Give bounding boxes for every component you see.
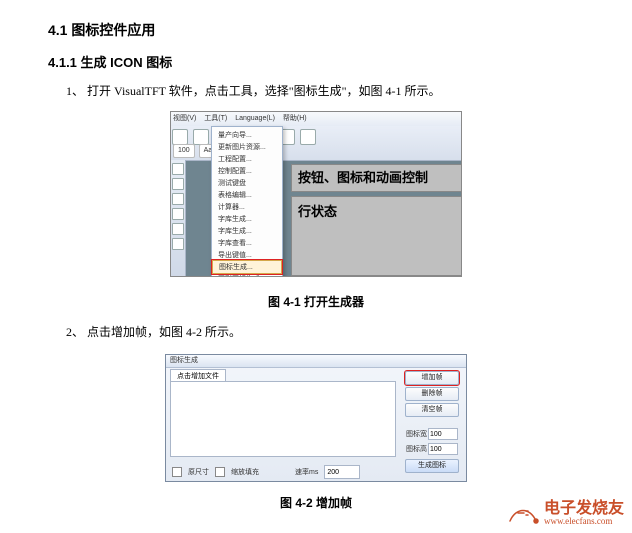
figure-1: 视图(V) 工具(T) Language(L) 帮助(H) 100 Aa bbox=[48, 111, 584, 281]
icon-height-input[interactable] bbox=[428, 443, 458, 455]
rate-input[interactable] bbox=[324, 465, 360, 479]
menu-item[interactable]: 圆形图标生成... bbox=[212, 273, 282, 277]
figure-1-screenshot: 视图(V) 工具(T) Language(L) 帮助(H) 100 Aa bbox=[170, 111, 462, 277]
menu-item[interactable]: 字库生成... bbox=[212, 213, 282, 225]
watermark: 电子发烧友 www.elecfans.com bbox=[506, 499, 624, 527]
figure-2: 图标生成 点击增加文件 增加帧 删除帧 清空帧 图标宽 图标高 生成图标 bbox=[48, 351, 584, 482]
canvas-sub-panel: 行状态 bbox=[291, 196, 462, 276]
side-controls: 增加帧 删除帧 清空帧 图标宽 图标高 生成图标 bbox=[402, 369, 462, 475]
icon-width-input[interactable] bbox=[428, 428, 458, 440]
menu-tools[interactable]: 工具(T) bbox=[204, 115, 227, 122]
menu-item-icon-generate[interactable]: 图标生成... bbox=[212, 260, 282, 274]
icon-width-label: 图标宽 bbox=[406, 429, 427, 439]
left-tool-bar bbox=[171, 160, 186, 276]
menu-item[interactable]: 测试键盘 bbox=[212, 177, 282, 189]
menu-item[interactable]: 量产向导... bbox=[212, 129, 282, 141]
dialog-title-bar: 图标生成 bbox=[166, 355, 466, 368]
subsection-heading: 4.1.1 生成 ICON 图标 bbox=[48, 52, 584, 71]
figure-2-screenshot: 图标生成 点击增加文件 增加帧 删除帧 清空帧 图标宽 图标高 生成图标 bbox=[165, 354, 467, 482]
figure-2-caption: 图 4-2 增加帧 bbox=[48, 494, 584, 511]
step-1-text: 1、 打开 VisualTFT 软件，点击工具，选择"图标生成"，如图 4-1 … bbox=[66, 81, 584, 103]
menu-item[interactable]: 工程配置... bbox=[212, 153, 282, 165]
original-size-checkbox[interactable] bbox=[172, 467, 182, 477]
toolbar-icon[interactable] bbox=[193, 129, 209, 145]
frame-list-area[interactable] bbox=[170, 381, 396, 457]
scale-fill-label: 缩放填充 bbox=[231, 467, 259, 477]
section-heading: 4.1 图标控件应用 bbox=[48, 20, 584, 40]
original-size-label: 原尺寸 bbox=[188, 467, 209, 477]
menu-item[interactable]: 更新图片资源... bbox=[212, 141, 282, 153]
scale-fill-checkbox[interactable] bbox=[215, 467, 225, 477]
tools-dropdown: 量产向导... 更新图片资源... 工程配置... 控制配置... 测试键盘 表… bbox=[211, 126, 283, 277]
tool-icon[interactable] bbox=[172, 163, 184, 175]
menu-item[interactable]: 字库查看... bbox=[212, 237, 282, 249]
rate-label: 速率ms bbox=[295, 467, 318, 477]
menu-item[interactable]: 计算器... bbox=[212, 201, 282, 213]
document-page: 4.1 图标控件应用 4.1.1 生成 ICON 图标 1、 打开 Visual… bbox=[0, 0, 632, 533]
menu-item[interactable]: 字库生成... bbox=[212, 225, 282, 237]
menu-bar: 视图(V) 工具(T) Language(L) 帮助(H) bbox=[171, 112, 461, 127]
menu-item[interactable]: 控制配置... bbox=[212, 165, 282, 177]
figure-1-caption: 图 4-1 打开生成器 bbox=[48, 293, 584, 310]
canvas-title-panel: 按钮、图标和动画控制 bbox=[291, 164, 462, 192]
menu-view[interactable]: 视图(V) bbox=[173, 115, 196, 122]
toolbar-icon[interactable] bbox=[172, 129, 188, 145]
watermark-logo-icon bbox=[506, 499, 540, 527]
delete-frame-button[interactable]: 删除帧 bbox=[405, 387, 459, 401]
tool-icon[interactable] bbox=[172, 208, 184, 220]
menu-language[interactable]: Language(L) bbox=[235, 115, 275, 122]
toolbar-icon[interactable] bbox=[300, 129, 316, 145]
zoom-chip[interactable]: 100 bbox=[173, 144, 195, 158]
step-2-text: 2、 点击增加帧，如图 4-2 所示。 bbox=[66, 322, 584, 344]
add-frame-button[interactable]: 增加帧 bbox=[405, 371, 459, 385]
menu-item[interactable]: 表格编辑... bbox=[212, 189, 282, 201]
tool-icon[interactable] bbox=[172, 193, 184, 205]
watermark-url: www.elecfans.com bbox=[544, 517, 624, 526]
tool-icon[interactable] bbox=[172, 223, 184, 235]
watermark-text: 电子发烧友 bbox=[544, 501, 624, 517]
tool-icon[interactable] bbox=[172, 238, 184, 250]
dialog-bottom-bar: 原尺寸 缩放填充 速率ms bbox=[172, 465, 460, 479]
tool-icon[interactable] bbox=[172, 178, 184, 190]
icon-height-label: 图标高 bbox=[406, 444, 427, 454]
clear-frames-button[interactable]: 清空帧 bbox=[405, 403, 459, 417]
menu-help[interactable]: 帮助(H) bbox=[283, 115, 307, 122]
